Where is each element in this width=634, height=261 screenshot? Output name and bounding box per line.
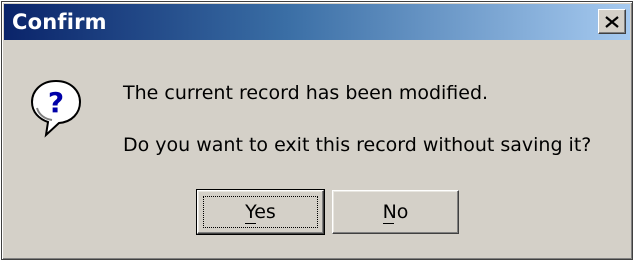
dialog-title: Confirm [12, 10, 107, 34]
svg-text:?: ? [48, 86, 64, 119]
message-line-2: Do you want to exit this record without … [123, 134, 592, 156]
close-button[interactable] [598, 9, 626, 34]
mnemonic-underline [382, 223, 394, 224]
mnemonic-underline [245, 223, 257, 224]
message-line-1: The current record has been modified. [123, 82, 489, 104]
close-icon [605, 15, 619, 28]
question-icon: ? [30, 79, 82, 138]
no-button[interactable]: No [332, 190, 459, 234]
title-bar[interactable]: Confirm [4, 4, 630, 40]
no-button-label: No [382, 201, 409, 224]
confirm-dialog: Confirm ? The current record has been mo… [1, 1, 633, 260]
yes-button-label: Yes [245, 201, 276, 224]
yes-button[interactable]: Yes [196, 189, 325, 235]
